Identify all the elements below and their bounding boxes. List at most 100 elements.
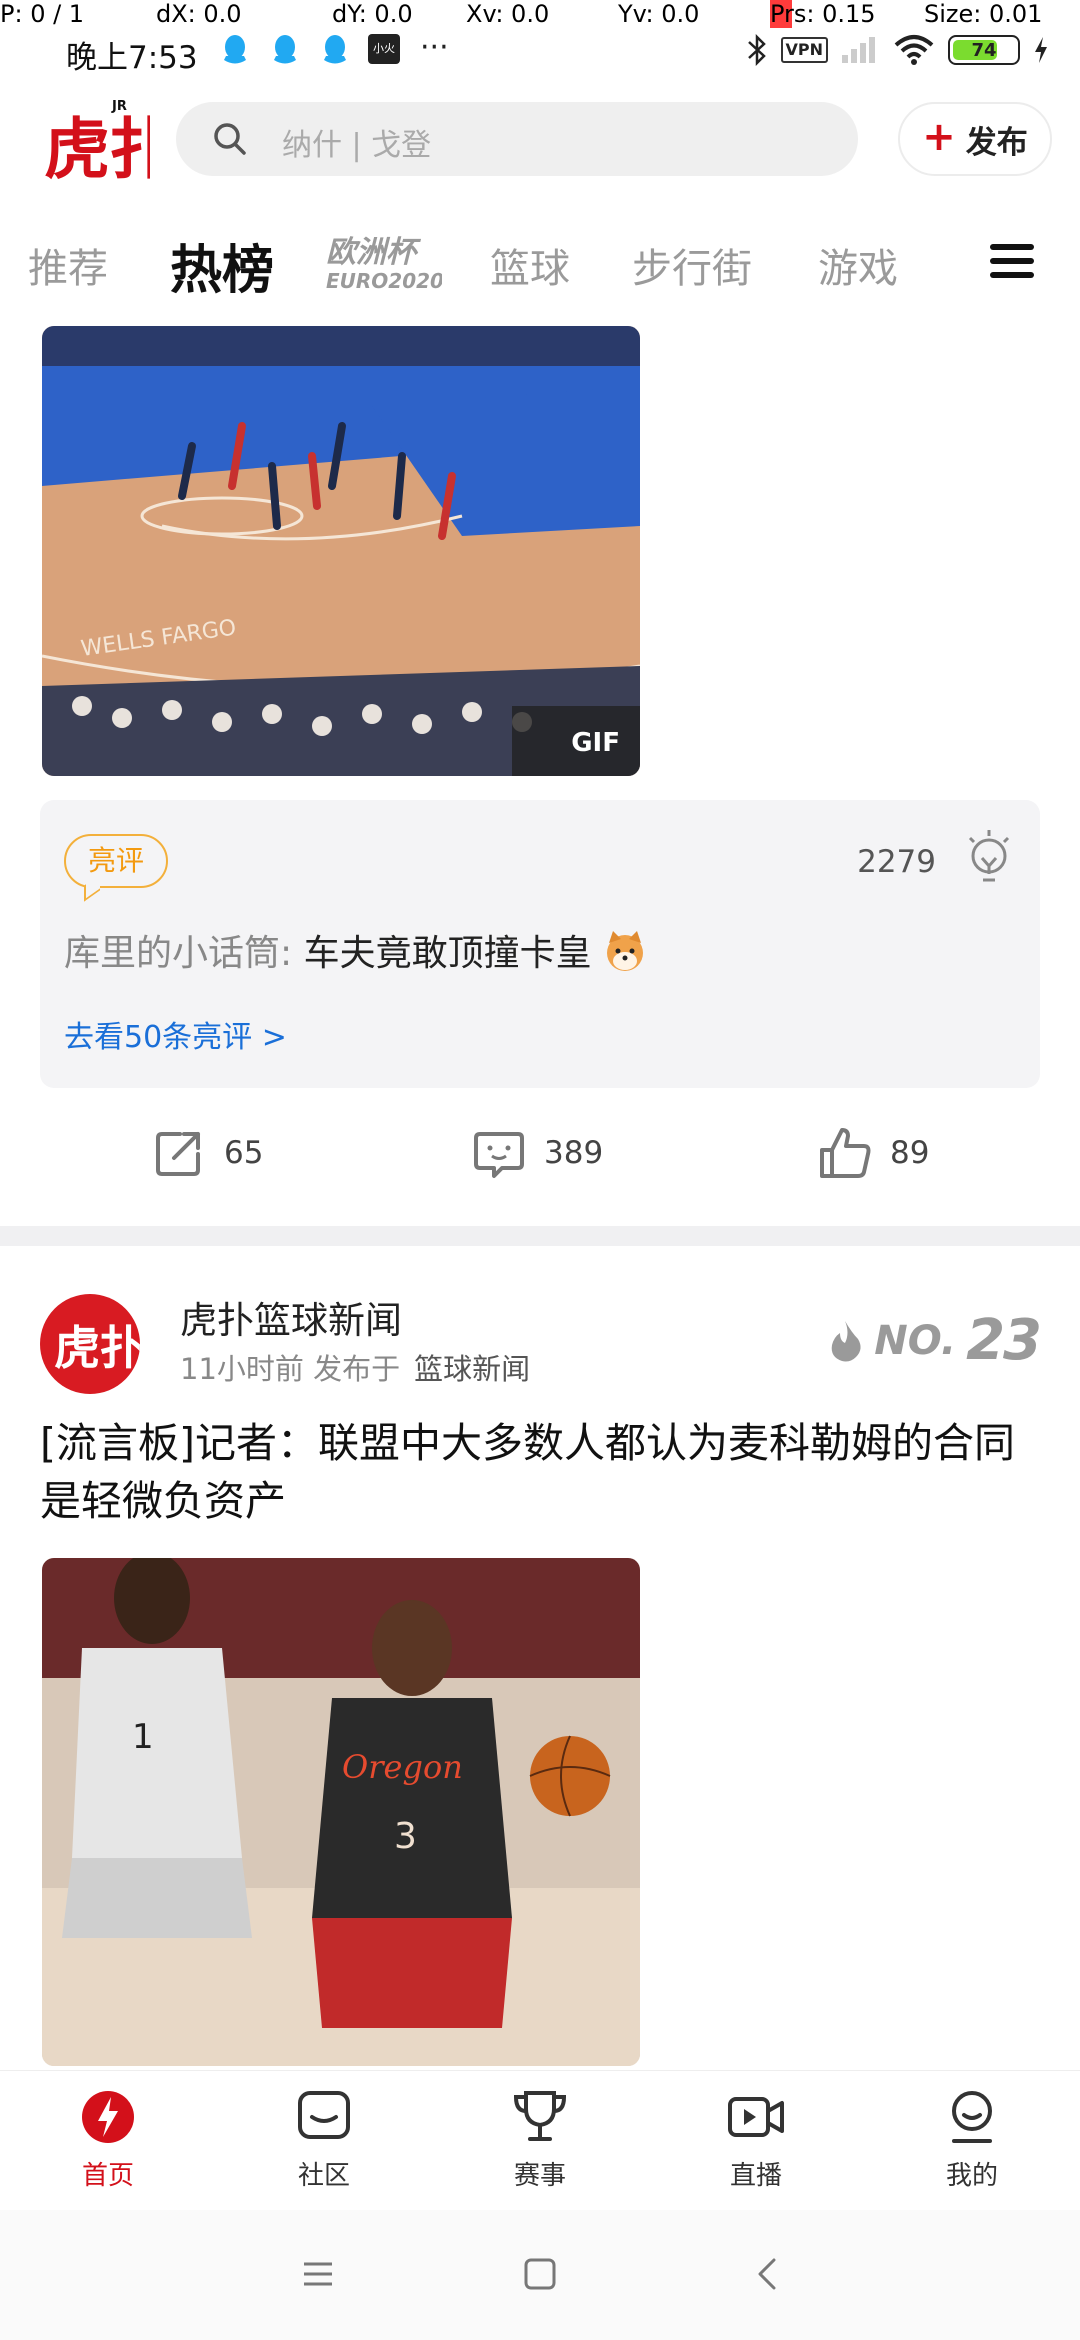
gif-badge: GIF: [571, 728, 620, 758]
highlight-review-tag: 亮评: [64, 834, 168, 888]
community-icon: [298, 2091, 350, 2139]
review-content: 库里的小话筒: 车夫竟敢顶撞卡皇: [64, 924, 647, 976]
post-title[interactable]: [流言板]记者：联盟中大多数人都认为麦科勒姆的合同是轻微负资产: [40, 1414, 1050, 1530]
system-navigation-bar: [0, 2210, 1080, 2340]
trophy-icon: [513, 2091, 567, 2141]
live-video-icon: [728, 2097, 784, 2137]
qq-notification-icon: [274, 35, 296, 64]
touch-debug-overlay: P: 0 / 1 dX: 0.0 dY: 0.0 Xv: 0.0 Yv: 0.0…: [0, 0, 1080, 30]
players-photo: 1 Oregon 3: [42, 1558, 640, 2066]
author-avatar[interactable]: 虎扑: [40, 1294, 140, 1394]
share-icon: [156, 1132, 200, 1176]
like-button[interactable]: 89: [818, 1126, 929, 1180]
status-time: 晚上7:53: [66, 40, 198, 76]
battery-level: 74: [971, 39, 997, 61]
debug-xv: Xv: 0.0: [466, 0, 550, 28]
post-image[interactable]: 1 Oregon 3: [42, 1558, 640, 2066]
shiba-dog-emoji-icon: [607, 931, 644, 971]
publish-label: 发布: [965, 124, 1028, 161]
bluetooth-icon: [747, 33, 766, 67]
like-count: 89: [890, 1135, 930, 1171]
share-count: 65: [224, 1135, 264, 1171]
svg-text:Oregon: Oregon: [342, 1748, 463, 1786]
tab-games[interactable]: 游戏: [818, 236, 898, 294]
rank-prefix: NO.: [874, 1317, 957, 1364]
search-placeholder: 纳什 | 戈登: [282, 128, 432, 163]
fire-icon: [831, 1320, 861, 1361]
logo-sup: JR: [111, 99, 127, 114]
tab-pedestrian-street[interactable]: 步行街: [632, 236, 752, 294]
nav-live[interactable]: 直播: [696, 2087, 816, 2192]
comment-count: 389: [544, 1135, 604, 1171]
debug-dx: dX: 0.0: [156, 0, 242, 28]
recent-apps-icon[interactable]: [298, 2254, 338, 2294]
more-notifications-icon: ···: [420, 30, 449, 65]
home-bolt-icon: [82, 2091, 134, 2143]
tab-euro-sub: EURO2020: [326, 269, 442, 292]
profile-icon: [952, 2091, 992, 2143]
hamburger-menu-icon[interactable]: [990, 244, 1034, 284]
tab-euro-cup[interactable]: 欧洲杯 EURO2020: [324, 232, 442, 292]
tab-euro-label: 欧洲杯: [326, 235, 422, 270]
nav-events-label: 赛事: [513, 2161, 566, 2191]
nav-home-label: 首页: [81, 2161, 134, 2191]
wifi-icon: [894, 35, 934, 65]
tab-hot-list[interactable]: 热榜: [170, 228, 274, 303]
post-gif-image[interactable]: WELLS FARGO GIF: [42, 326, 640, 776]
debug-size: Size: 0.01: [924, 0, 1043, 28]
logo-text: 虎扑: [44, 111, 150, 182]
search-bar[interactable]: 纳什 | 戈登: [176, 102, 858, 176]
back-icon[interactable]: [748, 2254, 788, 2294]
nav-community-label: 社区: [297, 2161, 350, 2191]
highlight-review-card[interactable]: 亮评 2279 库里的小话筒: 车夫竟敢顶撞卡皇 去看50条亮评 >: [40, 800, 1040, 1088]
tab-recommend[interactable]: 推荐: [28, 236, 108, 294]
nav-profile-label: 我的: [945, 2161, 998, 2191]
review-username: 库里的小话筒:: [64, 933, 293, 974]
publish-button[interactable]: + 发布: [898, 102, 1052, 176]
post-time: 11小时前 发布于: [180, 1352, 401, 1386]
charging-icon: [1035, 37, 1047, 63]
hupu-logo[interactable]: 虎扑 JR: [40, 96, 150, 182]
section-divider: [0, 1226, 1080, 1246]
nav-live-label: 直播: [729, 2161, 782, 2191]
review-light-count: 2279: [857, 844, 936, 880]
share-button[interactable]: 65: [152, 1126, 263, 1180]
comment-icon: [474, 1132, 524, 1178]
search-icon: [214, 123, 246, 155]
debug-pointer: P: 0 / 1: [0, 0, 85, 28]
nav-community[interactable]: 社区: [264, 2087, 384, 2192]
post-board[interactable]: 篮球新闻: [414, 1352, 530, 1386]
category-tabs: 推荐 热榜 欧洲杯 EURO2020 篮球 步行街 游戏: [0, 226, 1080, 306]
status-icons: VPN 74: [745, 30, 1051, 70]
rank-number: 23: [966, 1308, 1042, 1373]
qq-notification-icon: [324, 35, 346, 64]
plus-icon: +: [922, 114, 956, 160]
court-image: WELLS FARGO: [42, 326, 640, 776]
post-actions: 65 389 89: [0, 1120, 1080, 1190]
debug-yv: Yv: 0.0: [618, 0, 700, 28]
svg-text:3: 3: [394, 1816, 417, 1857]
status-bar: 晚上7:53 小火 ··· VPN 74: [0, 30, 1080, 76]
hot-rank: NO. 23: [826, 1308, 1042, 1373]
hupu-avatar-logo: 虎扑: [54, 1321, 140, 1375]
debug-dy: dY: 0.0: [332, 0, 413, 28]
review-text: 车夫竟敢顶撞卡皇: [303, 933, 592, 974]
author-name[interactable]: 虎扑篮球新闻: [180, 1290, 402, 1344]
home-square-icon[interactable]: [520, 2254, 560, 2294]
app-header: 虎扑 JR 纳什 | 戈登 + 发布: [0, 96, 1080, 186]
see-more-reviews-link[interactable]: 去看50条亮评 >: [64, 1012, 287, 1056]
bottom-navigation: 首页 社区 赛事 直播 我的: [0, 2070, 1080, 2210]
vpn-icon: VPN: [780, 37, 828, 63]
post-meta: 11小时前 发布于 篮球新闻: [180, 1346, 530, 1388]
light-bulb-icon[interactable]: [962, 828, 1016, 888]
nav-profile[interactable]: 我的: [912, 2087, 1032, 2192]
svg-text:虎扑: 虎扑: [54, 1321, 140, 1375]
nav-home[interactable]: 首页: [48, 2087, 168, 2192]
battery-icon: 74: [948, 35, 1020, 65]
app-notification-icon: 小火: [368, 34, 400, 64]
tab-basketball[interactable]: 篮球: [490, 236, 570, 294]
cellular-signal-icon: [842, 37, 875, 63]
nav-events[interactable]: 赛事: [480, 2087, 600, 2192]
qq-notification-icon: [224, 35, 246, 64]
comment-button[interactable]: 389: [472, 1126, 603, 1180]
